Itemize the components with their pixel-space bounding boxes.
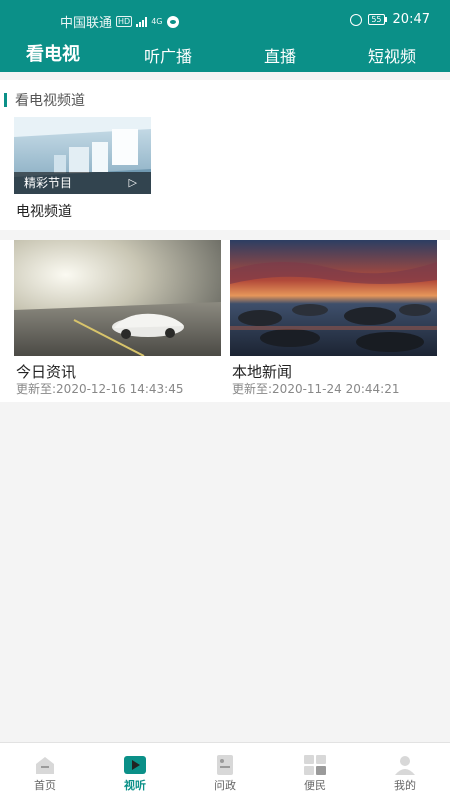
nav-label: 便民 — [304, 779, 326, 792]
tv-channel-thumbnail: 精彩节目 ▷ — [14, 117, 151, 194]
carrier-info: 中国联通 HD 4G — [60, 12, 179, 31]
tv-channel-label: 电视频道 — [16, 204, 72, 220]
news-thumbnail-coast — [230, 240, 437, 356]
grid-icon — [304, 755, 326, 775]
bottom-nav: 首页 视听 问政 便民 我的 — [0, 742, 450, 800]
status-right: 55 20:47 — [350, 12, 430, 27]
nav-label: 视听 — [124, 779, 146, 792]
nav-mine[interactable]: 我的 — [360, 743, 450, 800]
battery-level: 55 — [368, 14, 385, 25]
document-icon — [217, 755, 233, 775]
news-title: 本地新闻 — [232, 363, 293, 381]
user-icon — [395, 756, 415, 775]
nav-label: 首页 — [34, 779, 56, 792]
nav-politics[interactable]: 问政 — [180, 743, 270, 800]
nav-label: 问政 — [214, 779, 236, 792]
network-type: 4G — [151, 17, 163, 26]
tab-short-video[interactable]: 短视频 — [368, 43, 416, 67]
tab-watch-tv[interactable]: 看电视 — [26, 40, 80, 66]
section-title-text: 看电视频道 — [15, 93, 85, 109]
news-updated-time: 更新至:2020-11-24 20:44:21 — [232, 382, 400, 396]
carrier-name: 中国联通 — [60, 16, 113, 31]
tv-card-overlay-text: 精彩节目 — [24, 176, 73, 190]
news-card-today[interactable]: 今日资讯 更新至:2020-12-16 14:43:45 — [14, 240, 221, 400]
nav-services[interactable]: 便民 — [270, 743, 360, 800]
hd-badge: HD — [116, 16, 133, 27]
status-bar: 中国联通 HD 4G 55 20:47 — [0, 8, 450, 32]
news-section: 今日资讯 更新至:2020-12-16 14:43:45 本地新闻 更新至:20… — [0, 240, 450, 402]
tv-channel-card[interactable]: 精彩节目 ▷ 电视频道 — [14, 117, 151, 230]
news-title: 今日资讯 — [16, 363, 77, 381]
tab-live[interactable]: 直播 — [264, 43, 296, 67]
nav-audio-video[interactable]: 视听 — [90, 743, 180, 800]
nav-label: 我的 — [394, 779, 416, 792]
eye-icon — [166, 15, 179, 28]
section-title-bar — [4, 93, 7, 107]
tv-card-overlay: 精彩节目 ▷ — [14, 172, 151, 194]
news-card-local[interactable]: 本地新闻 更新至:2020-11-24 20:44:21 — [230, 240, 437, 400]
top-tabs: 看电视 听广播 直播 短视频 — [0, 40, 450, 68]
signal-icon — [136, 16, 148, 27]
status-time: 20:47 — [392, 12, 430, 27]
tab-radio[interactable]: 听广播 — [144, 43, 192, 67]
battery-icon: 55 — [368, 14, 387, 25]
app-header: 中国联通 HD 4G 55 20:47 看电视 听广播 直播 短视频 — [0, 0, 450, 72]
nav-home[interactable]: 首页 — [0, 743, 90, 800]
alarm-icon — [350, 13, 363, 26]
section-title: 看电视频道 — [4, 90, 85, 110]
news-thumbnail-car — [14, 240, 221, 356]
home-icon — [36, 757, 54, 774]
news-updated-time: 更新至:2020-12-16 14:43:45 — [16, 382, 184, 396]
play-icon — [124, 756, 146, 774]
tv-channel-section: 看电视频道 精彩节目 ▷ 电视频道 — [0, 80, 450, 230]
play-icon: ▷ — [128, 176, 137, 189]
